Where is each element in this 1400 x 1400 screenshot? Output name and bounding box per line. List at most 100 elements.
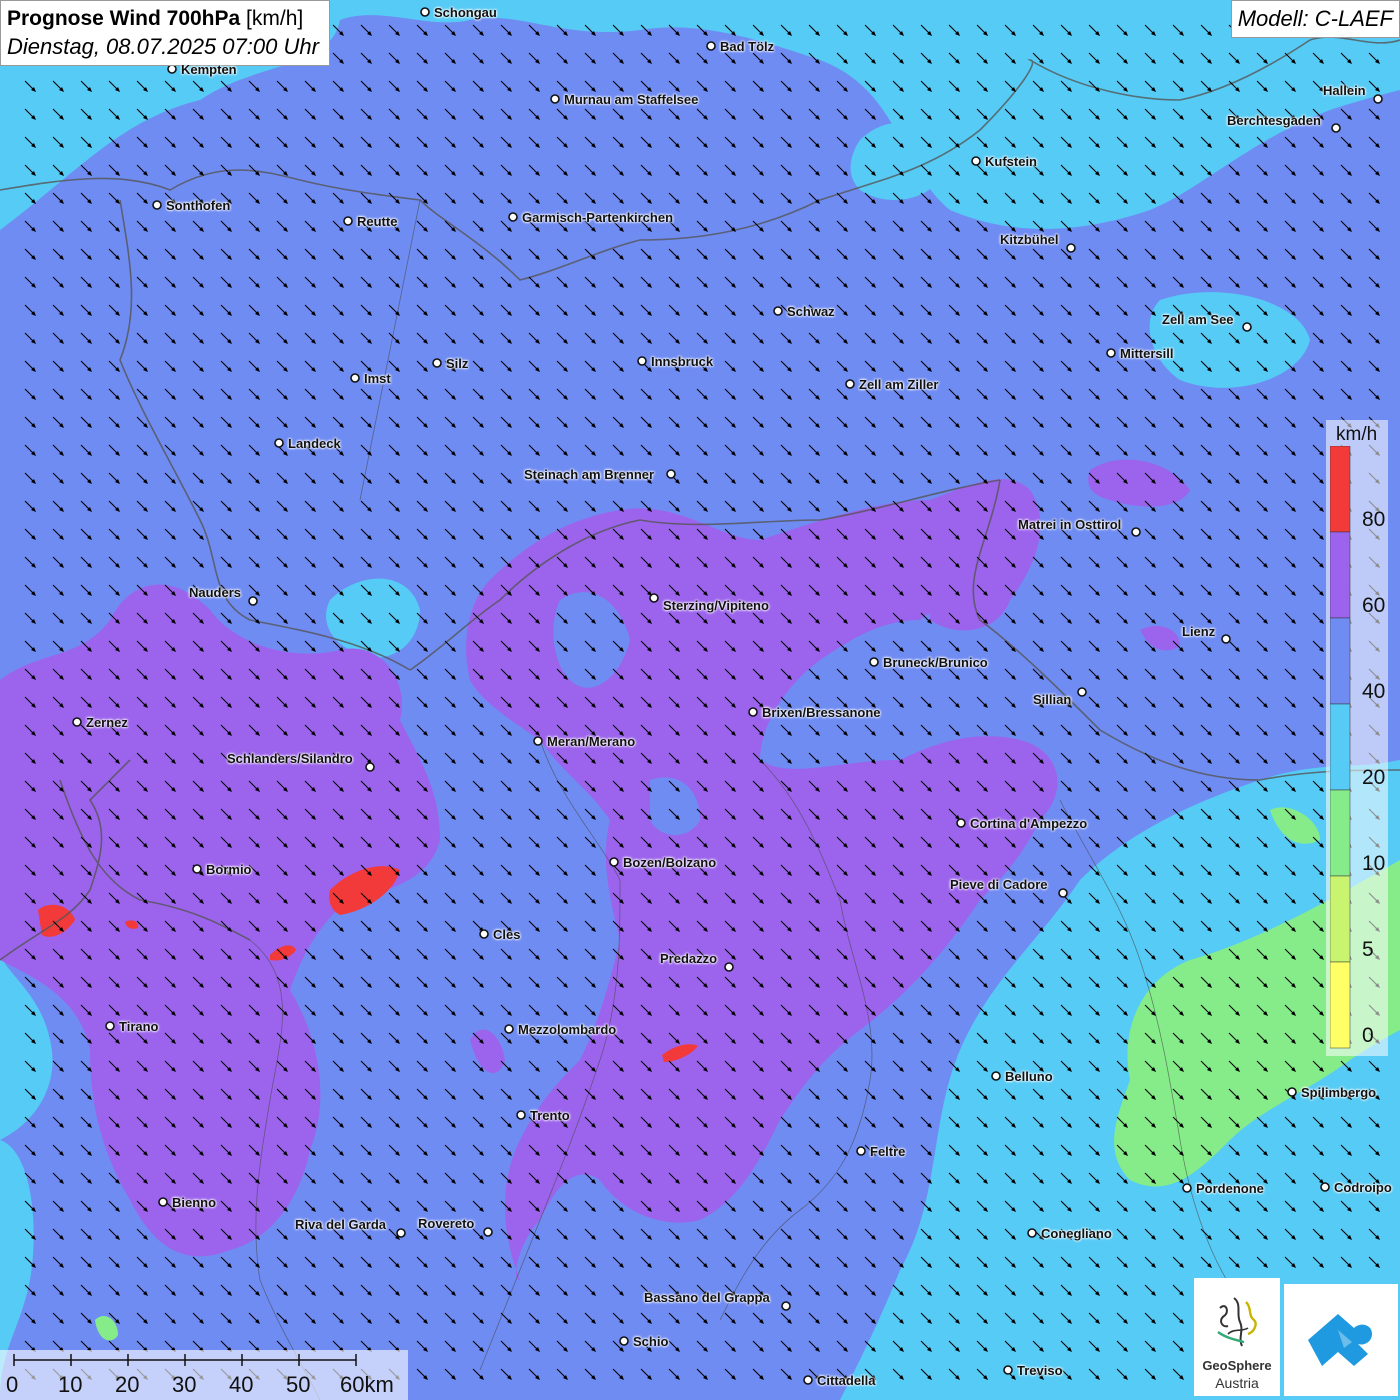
geosphere-country: Austria bbox=[1215, 1375, 1259, 1391]
scale-bar: 0 10 20 30 40 50 60km bbox=[0, 1350, 408, 1400]
map-title: Prognose Wind 700hPa [km/h] bbox=[7, 7, 304, 30]
city-marker[interactable] bbox=[773, 306, 783, 316]
city-marker[interactable] bbox=[158, 1197, 168, 1207]
city-marker[interactable] bbox=[1287, 1087, 1297, 1097]
city-marker[interactable] bbox=[550, 94, 560, 104]
city-label: Murnau am Staffelsee bbox=[564, 92, 699, 107]
city-label: Schwaz bbox=[787, 304, 835, 319]
city-marker[interactable] bbox=[803, 1375, 813, 1385]
scale-label: 60km bbox=[340, 1372, 394, 1397]
city-label: Silz bbox=[446, 356, 469, 371]
city-marker[interactable] bbox=[1131, 527, 1141, 537]
city-marker[interactable] bbox=[1221, 634, 1231, 644]
city-marker[interactable] bbox=[432, 358, 442, 368]
city-marker[interactable] bbox=[1242, 322, 1252, 332]
city-marker[interactable] bbox=[1066, 243, 1076, 253]
title-box: Prognose Wind 700hPa [km/h] Dienstag, 08… bbox=[0, 0, 330, 66]
city-label: Pordenone bbox=[1196, 1181, 1264, 1196]
city-marker[interactable] bbox=[619, 1336, 629, 1346]
city-label: Schio bbox=[633, 1334, 669, 1349]
city-marker[interactable] bbox=[192, 864, 202, 874]
city-marker[interactable] bbox=[845, 379, 855, 389]
legend-label-0: 0 bbox=[1362, 1024, 1374, 1047]
city-label: Hallein bbox=[1323, 83, 1366, 98]
city-marker[interactable] bbox=[748, 707, 758, 717]
city-label: Pieve di Cadore bbox=[950, 877, 1048, 892]
city-marker[interactable] bbox=[350, 373, 360, 383]
model-label: Modell: C-LAEF bbox=[1230, 0, 1400, 38]
city-label: Bienno bbox=[172, 1195, 217, 1210]
city-marker[interactable] bbox=[1106, 348, 1116, 358]
city-label: Belluno bbox=[1005, 1069, 1053, 1084]
geosphere-name: GeoSphere bbox=[1202, 1358, 1272, 1373]
city-marker[interactable] bbox=[365, 762, 375, 772]
city-marker[interactable] bbox=[1003, 1365, 1013, 1375]
city-marker[interactable] bbox=[637, 356, 647, 366]
scale-label: 40 bbox=[229, 1372, 254, 1397]
city-label: Riva del Garda bbox=[295, 1217, 387, 1232]
city-marker[interactable] bbox=[649, 593, 659, 603]
city-label: Reutte bbox=[357, 214, 398, 229]
city-label: Mittersill bbox=[1120, 346, 1174, 361]
city-marker[interactable] bbox=[991, 1071, 1001, 1081]
city-marker[interactable] bbox=[105, 1021, 115, 1031]
city-marker[interactable] bbox=[1077, 687, 1087, 697]
city-marker[interactable] bbox=[1320, 1182, 1330, 1192]
city-marker[interactable] bbox=[479, 929, 489, 939]
city-marker[interactable] bbox=[971, 156, 981, 166]
city-marker[interactable] bbox=[1058, 888, 1068, 898]
scale-label: 30 bbox=[172, 1372, 197, 1397]
city-label: Predazzo bbox=[660, 951, 718, 966]
city-label: Garmisch-Partenkirchen bbox=[522, 210, 674, 225]
city-label: Mezzolombardo bbox=[518, 1022, 617, 1037]
city-marker[interactable] bbox=[508, 212, 518, 222]
city-marker[interactable] bbox=[956, 818, 966, 828]
city-marker[interactable] bbox=[1027, 1228, 1037, 1238]
city-marker[interactable] bbox=[483, 1227, 493, 1237]
scale-bar-ruler bbox=[13, 1354, 357, 1366]
legend-label-40: 40 bbox=[1362, 680, 1386, 703]
legend-label-10: 10 bbox=[1362, 852, 1386, 875]
city-marker[interactable] bbox=[248, 596, 258, 606]
city-marker[interactable] bbox=[167, 64, 177, 74]
scale-label: 50 bbox=[286, 1372, 311, 1397]
city-label: Landeck bbox=[288, 436, 341, 451]
city-label: Conegliano bbox=[1041, 1226, 1112, 1241]
city-label: Tirano bbox=[119, 1019, 159, 1034]
city-marker[interactable] bbox=[869, 657, 879, 667]
city-label: Brixen/Bressanone bbox=[762, 705, 881, 720]
city-marker[interactable] bbox=[504, 1024, 514, 1034]
city-marker[interactable] bbox=[666, 469, 676, 479]
city-marker[interactable] bbox=[1331, 123, 1341, 133]
city-marker[interactable] bbox=[343, 216, 353, 226]
app-logo[interactable] bbox=[1284, 1284, 1398, 1396]
legend-unit: km/h bbox=[1336, 424, 1378, 445]
city-label: Zell am See bbox=[1162, 312, 1234, 327]
city-label: Kempten bbox=[181, 62, 237, 77]
city-label: Cittadella bbox=[817, 1373, 876, 1388]
city-marker[interactable] bbox=[609, 857, 619, 867]
city-label: Sillian bbox=[1033, 692, 1072, 707]
city-marker[interactable] bbox=[706, 41, 716, 51]
city-marker[interactable] bbox=[396, 1228, 406, 1238]
city-label: Schongau bbox=[434, 5, 497, 20]
city-label: Sonthofen bbox=[166, 198, 231, 213]
city-marker[interactable] bbox=[724, 962, 734, 972]
city-label: Codroipo bbox=[1334, 1180, 1392, 1195]
city-marker[interactable] bbox=[856, 1146, 866, 1156]
city-label: Matrei in Osttirol bbox=[1018, 517, 1122, 532]
city-marker[interactable] bbox=[274, 438, 284, 448]
geosphere-logo[interactable]: GeoSphere Austria bbox=[1194, 1278, 1280, 1396]
city-marker[interactable] bbox=[152, 200, 162, 210]
cloud-arrow-logo-icon bbox=[1308, 1314, 1372, 1366]
geosphere-logo-icon bbox=[1210, 1294, 1264, 1348]
city-marker[interactable] bbox=[1373, 94, 1383, 104]
city-marker[interactable] bbox=[1182, 1183, 1192, 1193]
city-marker[interactable] bbox=[533, 736, 543, 746]
city-marker[interactable] bbox=[781, 1301, 791, 1311]
city-marker[interactable] bbox=[516, 1110, 526, 1120]
city-marker[interactable] bbox=[72, 717, 82, 727]
city-label: Cortina d'Ampezzo bbox=[970, 816, 1088, 831]
scale-label: 20 bbox=[115, 1372, 140, 1397]
city-marker[interactable] bbox=[420, 7, 430, 17]
